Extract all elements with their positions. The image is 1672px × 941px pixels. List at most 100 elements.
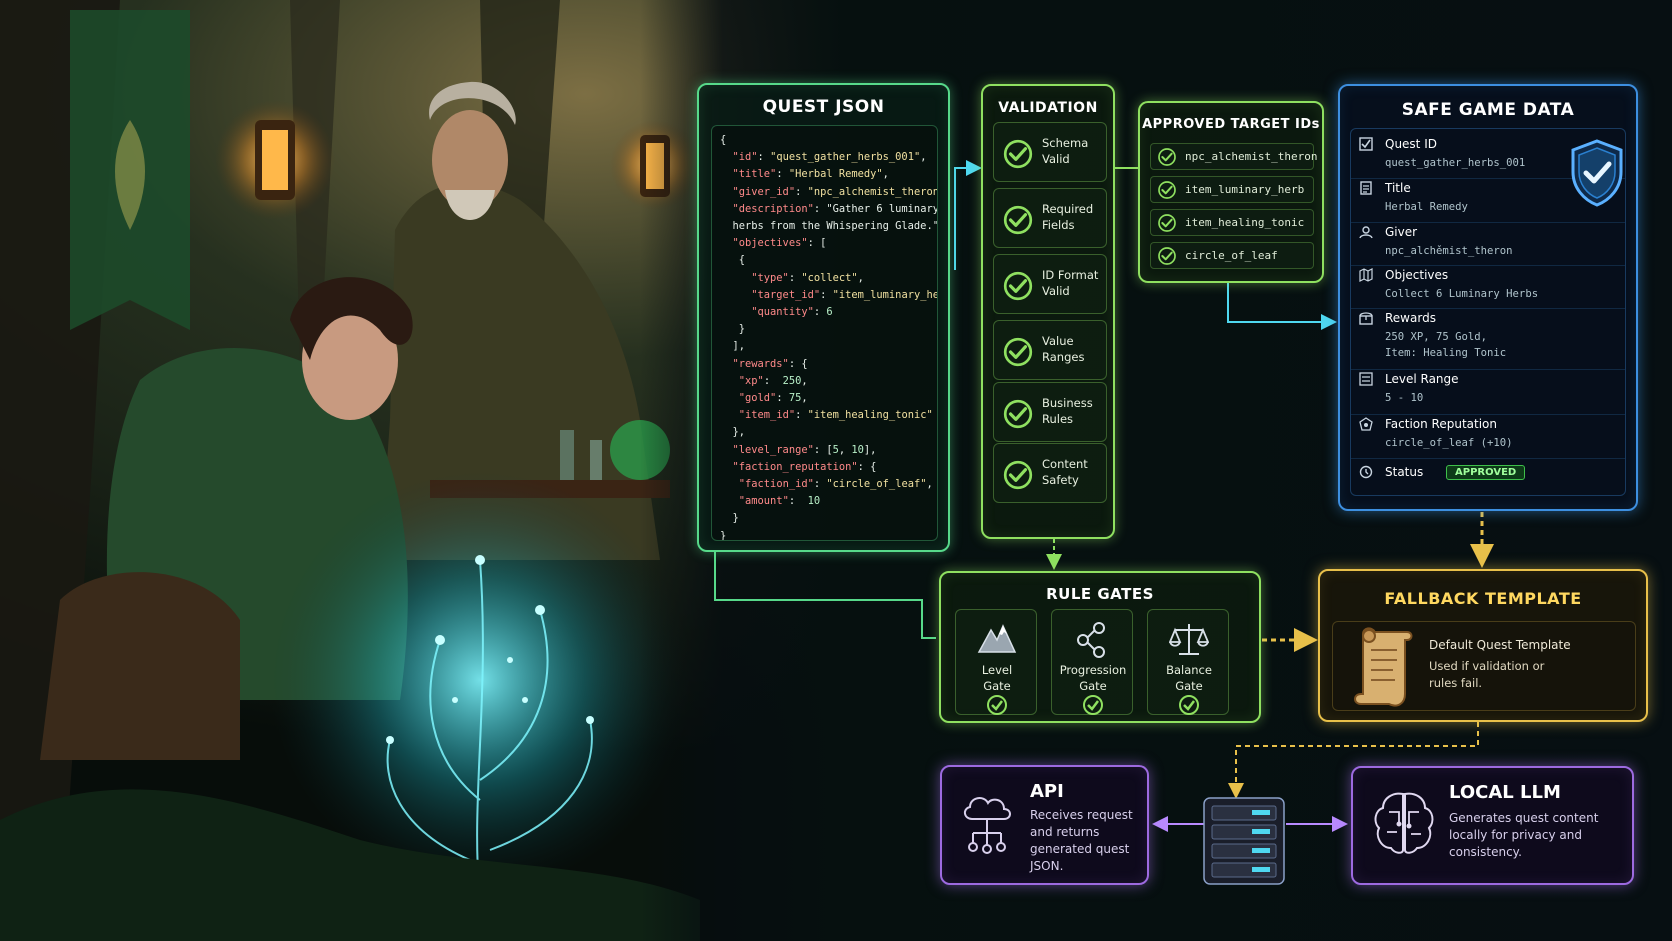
validation-check-label: ID Format Valid [1042,268,1099,298]
chest-icon [1359,312,1373,325]
approved-id-label: item_luminary_herb [1185,183,1305,196]
connector-json-to-rules [714,552,936,639]
brain-circuit-icon [1374,792,1434,854]
safe-data-label: Level Range [1385,372,1459,386]
level-gate: Level Gate [955,609,1037,715]
status-label: Status [1385,465,1424,479]
validation-check-item: Business Rules [993,382,1107,442]
check-circle-icon [1157,246,1177,270]
safe-data-value: Collect 6 Luminary Herbs [1385,288,1539,300]
api-panel: API Receives request and returns generat… [940,765,1149,885]
json-code-line: "xp": 250, [738,374,808,387]
approved-id-label: npc_alchemist_theron [1185,150,1318,163]
approved-id-item: npc_alchemist_theron [1150,143,1318,171]
approved-target-ids-panel: APPROVED TARGET IDs npc_alchemist_theron… [1138,101,1324,283]
connector-approved-to-safe [1227,283,1337,330]
check-icon [1083,695,1103,715]
check-icon [1179,695,1199,715]
server-rack-icon [1203,797,1285,885]
check-circle-icon [1002,398,1034,434]
check-circle-icon [1157,147,1177,171]
validation-check-item: Schema Valid [993,122,1107,182]
approved-id-label: circle_of_leaf [1185,249,1278,262]
safe-data-value: npc_alchěmist_theron [1385,245,1513,257]
safe-data-row: Level Range 5 - 10 [1351,370,1625,415]
local-llm-description: Generates quest content locally for priv… [1449,811,1599,859]
faction-icon [1359,417,1373,431]
validation-panel: VALIDATION Schema Valid Required Fields … [981,84,1115,539]
map-icon [1359,268,1373,282]
json-code-line: "quantity": 6 [751,306,833,319]
share-nodes-icon [1077,622,1105,658]
safe-data-value: Herbal Remedy [1385,201,1468,213]
fallback-template-panel: FALLBACK TEMPLATE Default Quest Template… [1318,569,1648,722]
clock-icon [1359,465,1373,479]
api-title: API [1030,781,1064,802]
check-icon [987,695,1007,715]
json-code-line: { [720,254,746,267]
range-icon [1359,372,1373,386]
safe-data-row: Rewards 250 XP, 75 Gold, Item: Healing T… [1351,309,1625,370]
validation-check-label: Value Ranges [1042,334,1085,364]
json-code-line: "level_range": [5, 10], [732,443,877,456]
approved-id-item: circle_of_leaf [1150,242,1314,269]
rule-gates-title: RULE GATES [1046,585,1154,603]
safe-data-value: quest_gather_herbs_001 [1385,157,1526,169]
json-code-line: "description": "Gather 6 luminary [732,202,938,215]
mountain-icon [977,624,1017,653]
balance-gate-label: Balance Gate [1166,663,1212,693]
json-code-line: "target_id": "item_luminary_herb", [751,288,938,301]
json-code-line: } [720,512,739,525]
quest-json-panel: QUEST JSON { "id": "quest_gather_herbs_0… [697,83,950,552]
check-circle-icon [1002,204,1034,240]
check-circle-icon [1002,459,1034,495]
validation-check-item: Required Fields [993,188,1107,248]
shield-check-icon [1571,139,1623,207]
safe-game-data-title: SAFE GAME DATA [1401,100,1575,120]
safe-data-row: Faction Reputation circle_of_leaf (+10) [1351,415,1625,459]
json-code-line: { [720,134,727,146]
validation-check-label: Required Fields [1042,202,1094,232]
safe-game-data-panel: SAFE GAME DATA Quest ID quest_gather_her… [1338,84,1638,511]
person-icon [1359,226,1373,239]
json-code-line: "amount": 10 [738,495,821,508]
json-code-line: "gold": 75, [738,392,808,405]
validation-check-item: Value Ranges [993,320,1107,380]
scales-icon [1169,624,1209,655]
check-circle-icon [1002,336,1034,372]
safe-data-label: Giver [1385,225,1418,239]
progression-gate: Progression Gate [1051,609,1133,715]
validation-check-label: Schema Valid [1042,136,1089,166]
safe-data-label: Faction Reputation [1385,417,1498,431]
safe-data-label: Rewards [1385,311,1436,325]
validation-check-item: Content Safety [993,443,1107,503]
fallback-template-name: Default Quest Template [1429,638,1571,652]
validation-check-item: ID Format Valid [993,254,1107,314]
progression-gate-label: Progression Gate [1059,663,1127,693]
json-code-line: } [720,529,727,541]
level-gate-label: Level Gate [981,663,1013,693]
json-code-line: "faction_id": "circle_of_leaf", [738,478,933,491]
json-code-line: "rewards": { [732,357,808,370]
safe-data-label: Title [1385,181,1411,195]
validation-check-label: Business Rules [1042,396,1093,426]
status-row: Status APPROVED [1351,463,1625,493]
cloud-network-icon [964,797,1011,854]
check-circle-icon [1002,270,1034,306]
json-code-line: "item_id": "item_healing_tonic" [738,409,933,422]
safe-data-row: Objectives Collect 6 Luminary Herbs [1351,266,1625,309]
quest-json-title: QUEST JSON [762,97,885,117]
approved-target-ids-title: APPROVED TARGET IDs [1142,117,1320,132]
safe-data-label: Objectives [1385,268,1449,282]
check-circle-icon [1157,180,1177,204]
json-code-line: "giver_id": "npc_alchemist_theron", [732,185,938,198]
json-code-line: "type": "collect", [751,271,864,284]
document-icon [1360,181,1372,195]
approved-id-item: item_luminary_herb [1150,176,1314,203]
json-code-line: "faction_reputation": { [732,460,877,473]
json-code-line: "id": "quest_gather_herbs_001", [732,151,927,164]
json-code-line: } [720,323,746,336]
safe-data-value: circle_of_leaf (+10) [1385,437,1513,449]
quest-json-code: { "id": "quest_gather_herbs_001", "title… [711,125,938,541]
rule-gates-panel: RULE GATES Level Gate Progression Gate B… [939,571,1261,723]
